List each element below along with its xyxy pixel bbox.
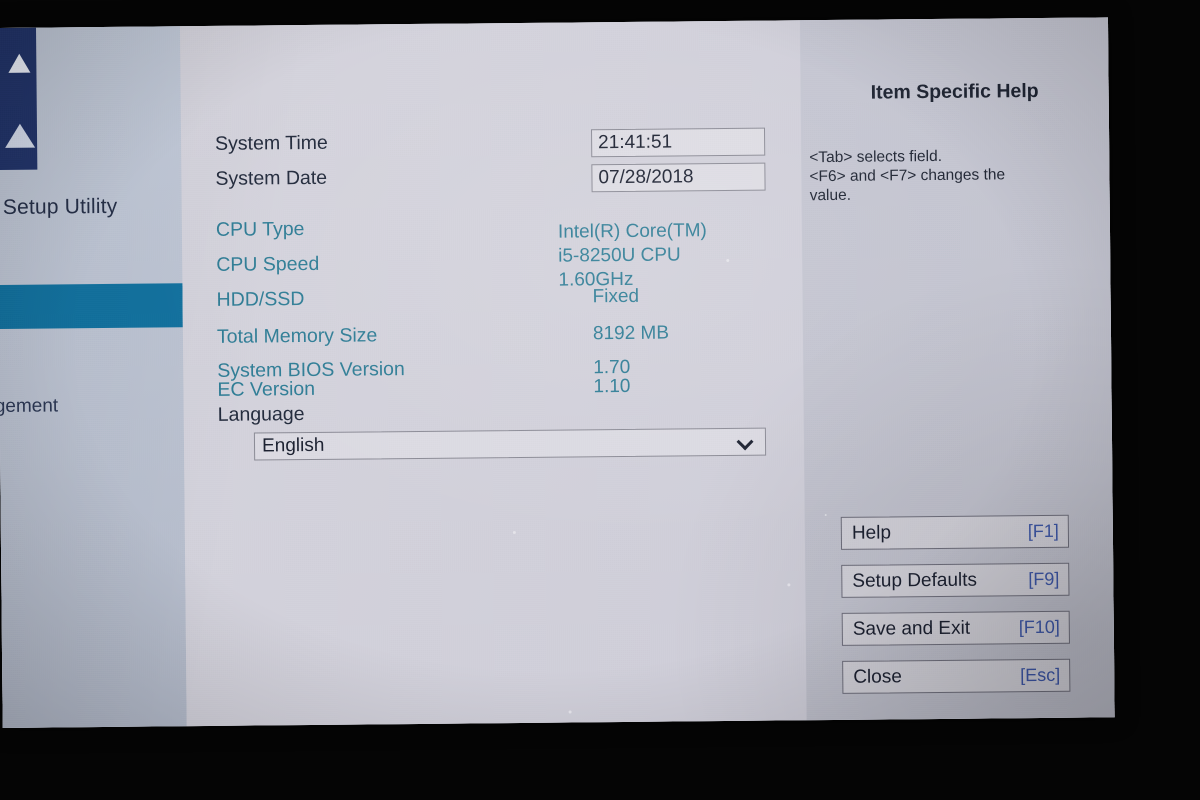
manufacturer-logo-icon [0, 27, 38, 171]
label-ec-version: EC Version [217, 377, 316, 401]
help-panel-body: <Tab> selects field. <F6> and <F7> chang… [809, 145, 1098, 205]
logo-shape-lower [4, 123, 36, 148]
setup-defaults-button-key: [F9] [1028, 568, 1060, 590]
logo-shape-upper [8, 53, 31, 73]
field-row-system-date: System Date 07/28/2018 [215, 162, 775, 193]
language-selected-value: English [261, 434, 325, 457]
help-panel-title: Item Specific Help [870, 79, 1039, 104]
help-line-3: value. [809, 186, 852, 205]
help-button-key: [F1] [1027, 520, 1059, 542]
cpu-value-line-2: i5-8250U CPU [558, 244, 681, 267]
cpu-value-line-1: Intel(R) Core(TM) [557, 220, 707, 243]
setup-defaults-button[interactable]: Setup Defaults [F9] [841, 562, 1070, 598]
value-hdd-ssd: Fixed [592, 285, 640, 308]
label-cpu-type: CPU Type [215, 218, 305, 241]
value-total-memory-size: 8192 MB [592, 322, 670, 345]
sidebar-item-label [0, 283, 182, 285]
action-buttons-group: Help [F1] Setup Defaults [F9] Save and E… [840, 514, 1071, 709]
setup-defaults-button-label: Setup Defaults [852, 569, 978, 592]
close-button[interactable]: Close [Esc] [842, 658, 1071, 694]
system-date-input[interactable]: 07/28/2018 [591, 162, 766, 193]
system-time-input[interactable]: 21:41:51 [590, 127, 766, 158]
language-select[interactable]: English [253, 427, 767, 461]
chevron-down-icon[interactable] [737, 436, 757, 448]
close-button-key: [Esc] [1020, 664, 1061, 686]
field-row-system-time: System Time 21:41:51 [215, 127, 775, 158]
save-and-exit-button-key: [F10] [1018, 616, 1060, 638]
cpu-info-value: Intel(R) Core(TM) i5-8250U CPU 1.60GHz [558, 219, 708, 292]
close-button-label: Close [853, 665, 902, 688]
label-system-time: System Time [215, 131, 328, 155]
field-row-total-memory-size: Total Memory Size 8192 MB [217, 321, 777, 349]
sidebar-item-power-management[interactable]: nagement [0, 395, 58, 418]
sidebar-item-selected[interactable] [0, 283, 183, 329]
save-and-exit-button[interactable]: Save and Exit [F10] [841, 610, 1070, 646]
field-row-ec-version: EC Version 1.10 [217, 374, 777, 402]
label-hdd-ssd: HDD/SSD [216, 288, 305, 311]
help-button-label: Help [851, 521, 892, 544]
label-cpu-speed: CPU Speed [216, 252, 320, 276]
label-total-memory-size: Total Memory Size [216, 324, 378, 348]
field-row-language: Language [218, 399, 778, 427]
save-and-exit-button-label: Save and Exit [852, 617, 971, 640]
help-button[interactable]: Help [F1] [840, 514, 1070, 550]
laptop-screen: A Setup Utility nagement ı System Time 2… [0, 17, 1115, 728]
item-specific-help-pane: Item Specific Help <Tab> selects field. … [799, 17, 1115, 721]
sidebar: A Setup Utility nagement ı [0, 26, 187, 728]
bios-setup-window: A Setup Utility nagement ı System Time 2… [0, 17, 1115, 728]
label-system-date: System Date [215, 166, 328, 190]
label-language: Language [217, 403, 305, 426]
value-ec-version: 1.10 [593, 375, 631, 398]
page-title: A Setup Utility [0, 194, 118, 219]
field-row-hdd-ssd: HDD/SSD Fixed [217, 284, 777, 312]
main-content-pane: System Time 21:41:51 System Date 07/28/2… [179, 20, 807, 727]
photo-frame: A Setup Utility nagement ı System Time 2… [0, 0, 1200, 800]
